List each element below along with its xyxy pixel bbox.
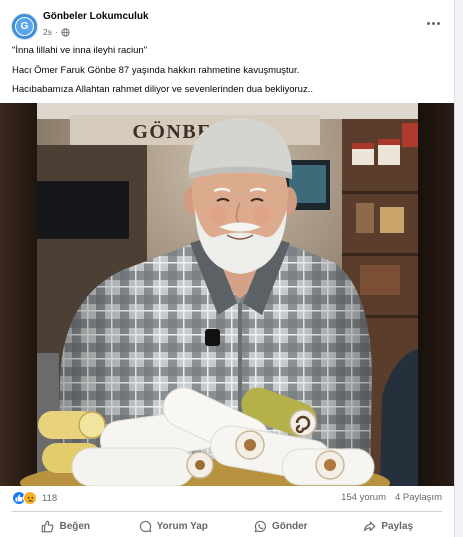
post-photo[interactable]: GÖNBELER [0, 103, 455, 486]
more-options-icon[interactable] [420, 13, 446, 33]
post-time-link[interactable]: 2s [43, 27, 52, 37]
white-lokum-roll [71, 447, 195, 486]
meta-separator: · [54, 27, 58, 37]
lapel-microphone [205, 329, 220, 346]
comment-button[interactable]: Yorum Yap [120, 516, 228, 536]
like-button-label: Beğen [59, 520, 91, 532]
reaction-count[interactable]: 118 [42, 493, 57, 504]
more-dot [431, 21, 435, 25]
send-button[interactable]: Gönder [227, 516, 335, 536]
action-divider [12, 511, 442, 512]
post-text-line: Hacıbabamıza Allahtan rahmet diliyor ve … [12, 84, 313, 95]
post-meta: 2s · [43, 27, 70, 37]
post-text-line: "İnna lillahi ve inna ileyhi raciun" [12, 45, 148, 56]
more-dot [436, 21, 440, 25]
send-button-label: Gönder [271, 520, 308, 532]
post-text-line: Hacı Ömer Faruk Gönbe 87 yaşında hakkın … [12, 65, 300, 76]
share-button-label: Paylaş [381, 520, 414, 532]
reaction-summary[interactable]: 118 [12, 491, 57, 505]
comments-count-link[interactable]: 154 yorum [341, 492, 386, 503]
page-avatar[interactable]: G [11, 13, 38, 40]
sad-reaction-icon [23, 491, 37, 505]
comment-icon [139, 520, 151, 532]
page-name-link[interactable]: Gönbeler Lokumculuk [43, 11, 149, 22]
left-monitor [37, 181, 129, 239]
share-button[interactable]: Paylaş [335, 516, 443, 536]
like-icon [42, 520, 54, 532]
globe-icon[interactable] [61, 27, 70, 37]
post-actions: Beğen Yorum Yap Gönder Paylaş [12, 516, 442, 536]
more-dot [426, 21, 430, 25]
post-card: G Gönbeler Lokumculuk 2s · "İnna lillahi… [0, 0, 455, 537]
like-button[interactable]: Beğen [12, 516, 120, 536]
send-icon [254, 520, 266, 532]
share-icon [364, 520, 376, 531]
comment-button-label: Yorum Yap [156, 520, 208, 532]
engagement-counts: 154 yorum 4 Paylaşım [341, 492, 442, 503]
shares-count-link[interactable]: 4 Paylaşım [395, 492, 442, 503]
avatar-logo: G [15, 17, 34, 36]
